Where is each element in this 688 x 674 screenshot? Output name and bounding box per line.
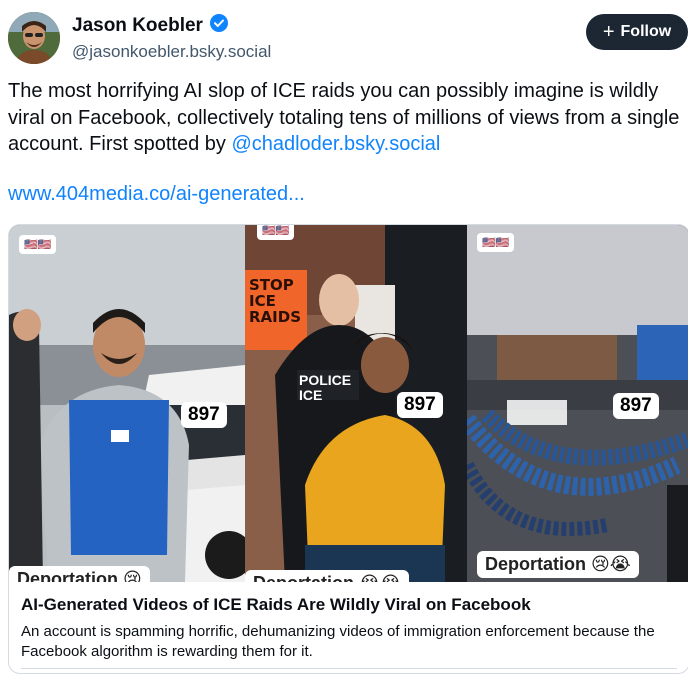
thumbnail-panel-3: 🇺🇸🇺🇸 897 Deportation 😢😭 xyxy=(467,225,688,582)
follow-button[interactable]: + Follow xyxy=(586,14,688,50)
flag-badge: 🇺🇸🇺🇸 xyxy=(477,233,515,252)
follow-label: Follow xyxy=(620,23,672,40)
embed-divider xyxy=(21,668,677,669)
caption-badge: Deportation 😢 xyxy=(9,566,150,582)
view-count-badge: 897 xyxy=(613,393,659,419)
post-text: The most horrifying AI slop of ICE raids… xyxy=(8,78,680,158)
link-embed-card[interactable]: 🇺🇸🇺🇸 897 Deportation 😢 🇺🇸🇺🇸 STOP ICE RAI… xyxy=(8,224,688,674)
embed-thumbnail: 🇺🇸🇺🇸 897 Deportation 😢 🇺🇸🇺🇸 STOP ICE RAI… xyxy=(9,225,688,582)
caption-badge: Deportation 😭😭 xyxy=(245,570,410,582)
thumbnail-panel-1: 🇺🇸🇺🇸 897 Deportation 😢 xyxy=(9,225,245,582)
author-handle[interactable]: @jasonkoebler.bsky.social xyxy=(72,42,271,62)
avatar[interactable] xyxy=(8,12,60,64)
post-link[interactable]: www.404media.co/ai-generated... xyxy=(8,183,305,206)
shirt-text: POLICE ICE xyxy=(299,372,352,403)
author-name[interactable]: Jason Koebler xyxy=(72,15,203,37)
flag-badge: 🇺🇸🇺🇸 xyxy=(257,225,295,240)
embed-title: AI-Generated Videos of ICE Raids Are Wil… xyxy=(21,595,531,614)
flag-badge: 🇺🇸🇺🇸 xyxy=(19,235,57,254)
verified-badge-icon xyxy=(209,14,228,37)
sign-text: STOP ICE RAIDS xyxy=(249,276,301,326)
view-count-badge: 897 xyxy=(397,392,443,418)
caption-badge: Deportation 😢😭 xyxy=(477,551,639,578)
plus-icon: + xyxy=(602,21,615,43)
embed-description: An account is spamming horrific, dehuman… xyxy=(21,623,655,660)
view-count-badge: 897 xyxy=(181,402,227,428)
mention-link[interactable]: @chadloder.bsky.social xyxy=(231,133,440,155)
avatar-image xyxy=(8,12,60,64)
thumbnail-panel-2: 🇺🇸🇺🇸 STOP ICE RAIDS POLICE ICE 897 Depor… xyxy=(245,225,467,582)
